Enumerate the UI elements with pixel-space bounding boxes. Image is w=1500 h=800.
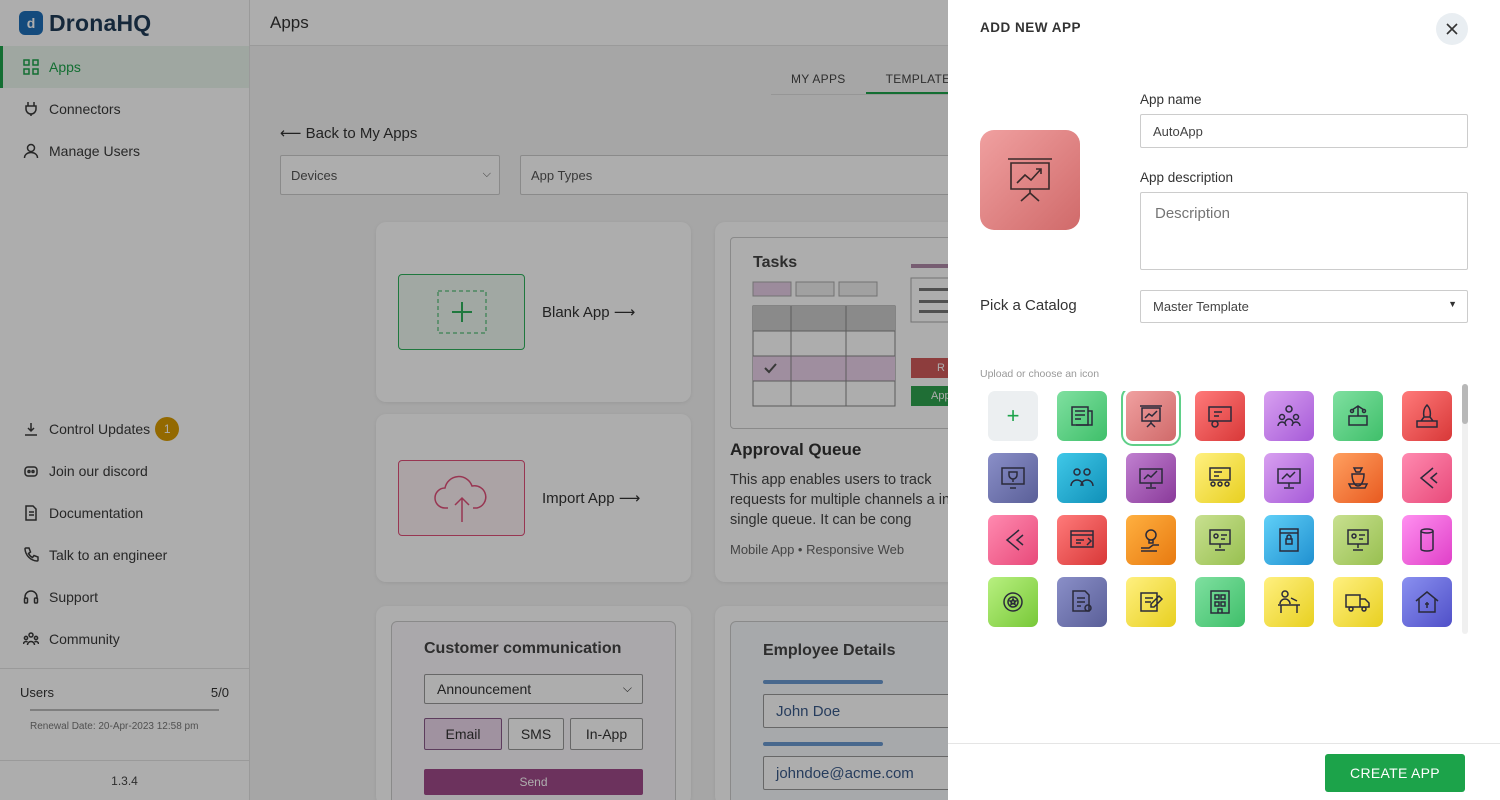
team-icon (1070, 468, 1094, 487)
rocket-box-icon (1416, 403, 1438, 428)
icon-option[interactable] (1195, 391, 1245, 441)
building-icon (1210, 590, 1230, 614)
presenter-alt-icon (1347, 529, 1369, 551)
home-finance-icon (1415, 591, 1439, 613)
modal-backdrop[interactable] (0, 0, 948, 800)
icon-option[interactable] (1333, 515, 1383, 565)
icon-option[interactable] (1402, 391, 1452, 441)
secure-board-icon (1279, 528, 1299, 552)
icon-option[interactable] (1126, 453, 1176, 503)
presentation-chart-icon (1140, 405, 1162, 428)
icon-option[interactable] (1402, 515, 1452, 565)
board-settings-icon (1208, 406, 1232, 428)
icon-option[interactable] (1057, 515, 1107, 565)
add-new-app-drawer: ADD NEW APP App name App description Pic… (948, 0, 1500, 800)
icon-option[interactable] (1057, 453, 1107, 503)
icon-option[interactable] (988, 577, 1038, 627)
award-icon (1003, 592, 1023, 612)
catalog-select[interactable]: Master Template ▼ (1140, 290, 1468, 323)
icon-grid-scrollbar[interactable] (1462, 384, 1468, 634)
catalog-select-value: Master Template (1153, 299, 1249, 314)
drawer-footer: CREATE APP (948, 743, 1500, 800)
scrollbar-thumb[interactable] (1462, 384, 1468, 424)
upload-icon-button[interactable]: + (988, 391, 1038, 441)
app-name-input[interactable] (1140, 114, 1468, 148)
icon-option[interactable] (1402, 577, 1452, 627)
app-name-label: App name (1140, 92, 1202, 107)
icon-option[interactable] (1333, 453, 1383, 503)
brand-c-icon (1419, 467, 1438, 489)
icon-option[interactable] (1333, 577, 1383, 627)
icon-option[interactable] (1195, 577, 1245, 627)
monitor-growth-icon (1277, 468, 1301, 489)
icon-option[interactable] (1264, 453, 1314, 503)
icon-option[interactable] (1126, 577, 1176, 627)
icon-option[interactable] (1333, 391, 1383, 441)
meeting-board-icon (1209, 467, 1231, 487)
caret-down-icon: ▼ (1448, 299, 1457, 309)
brand-c-alt-icon (1005, 529, 1024, 551)
money-cart-icon (1347, 467, 1369, 489)
delivery-truck-icon (1345, 594, 1370, 612)
icon-option[interactable] (1195, 453, 1245, 503)
icon-option[interactable] (1195, 515, 1245, 565)
team-gear-icon (1277, 405, 1301, 427)
icon-option[interactable] (1264, 515, 1314, 565)
icon-picker-grid: + (988, 391, 1458, 635)
desk-worker-icon (1278, 590, 1300, 613)
trophy-board-icon (1001, 467, 1025, 489)
newspaper-icon (1071, 406, 1093, 426)
idea-hand-icon (1141, 529, 1159, 552)
monitor-chart-icon (1139, 468, 1163, 489)
window-edit-icon (1070, 530, 1094, 548)
network-monitor-icon (1348, 405, 1368, 426)
close-icon (1446, 23, 1458, 35)
presenter-icon (1209, 529, 1231, 551)
drawer-title: ADD NEW APP (980, 20, 1082, 35)
cylinder-icon (1420, 528, 1434, 552)
icon-option[interactable] (1264, 391, 1314, 441)
icon-option[interactable] (1057, 391, 1107, 441)
close-button[interactable] (1436, 13, 1468, 45)
icon-option[interactable] (1057, 577, 1107, 627)
icon-option[interactable] (1402, 453, 1452, 503)
icon-option[interactable] (988, 453, 1038, 503)
create-app-button[interactable]: CREATE APP (1325, 754, 1465, 792)
app-description-input[interactable] (1140, 192, 1468, 270)
icons-hint: Upload or choose an icon (980, 368, 1100, 380)
icon-option[interactable] (1121, 391, 1181, 446)
icon-option[interactable] (1264, 577, 1314, 627)
catalog-label: Pick a Catalog (980, 297, 1077, 314)
app-description-label: App description (1140, 170, 1234, 185)
note-edit-icon (1140, 592, 1164, 612)
icon-option[interactable] (988, 515, 1038, 565)
icon-option[interactable] (1126, 515, 1176, 565)
selected-app-icon[interactable] (980, 130, 1080, 230)
presentation-chart-icon (1008, 158, 1052, 202)
document-badge-icon (1072, 590, 1092, 612)
